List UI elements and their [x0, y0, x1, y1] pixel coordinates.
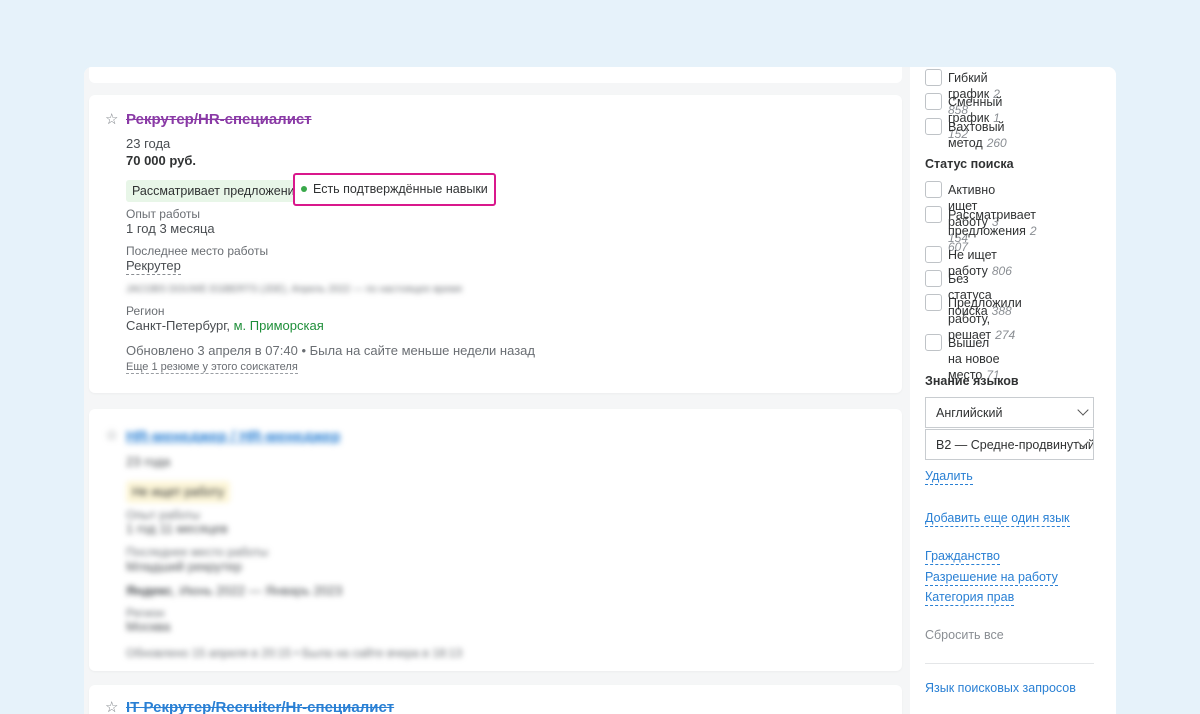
metro-station: м. Приморская	[233, 318, 324, 333]
star-icon[interactable]: ☆	[105, 112, 118, 128]
last-job-value: Младший рекрутер	[126, 559, 242, 574]
checkbox[interactable]	[925, 270, 942, 287]
checkbox[interactable]	[925, 69, 942, 86]
license-category-link[interactable]: Категория прав	[925, 590, 1015, 606]
updated-info: Обновлено 15 апреля в 20:15 • Была на са…	[126, 646, 463, 660]
divider	[925, 663, 1094, 664]
region-label: Регион	[126, 304, 165, 318]
last-company-period: , Июнь 2022 — Январь 2023	[172, 583, 343, 598]
citizenship-link[interactable]: Гражданство	[925, 549, 1000, 565]
resume-title-link[interactable]: HR-менеджер / HR-менеджер	[126, 428, 340, 446]
salary: 70 000 руб.	[126, 153, 197, 168]
language-select-value: Английский	[936, 406, 1003, 420]
language-select[interactable]: Английский	[925, 397, 1094, 428]
checkbox[interactable]	[925, 206, 942, 223]
results-list: ☆ Рекрутер/HR-специалист 23 года 70 000 …	[84, 67, 910, 714]
checkbox[interactable]	[925, 294, 942, 311]
resume-card: ☆ Рекрутер/HR-специалист 23 года 70 000 …	[89, 95, 902, 393]
checkbox[interactable]	[925, 181, 942, 198]
filters-sidebar: Гибкий график 2 858 Сменный график 1 152 В…	[910, 67, 1116, 714]
filter-count: 260	[986, 136, 1007, 150]
last-job-label: Последнее место работы	[126, 244, 269, 258]
region-value: Санкт-Петербург, м. Приморская	[126, 318, 324, 334]
previous-card-edge	[89, 67, 902, 83]
status-badge: Рассматривает предложения	[126, 180, 308, 202]
work-permit-link[interactable]: Разрешение на работу	[925, 570, 1058, 586]
languages-heading: Знание языков	[925, 374, 1019, 388]
resume-card: ☆ HR-менеджер / HR-менеджер 23 года Не и…	[89, 409, 902, 671]
last-company-line: Яндекс, Июнь 2022 — Январь 2023	[126, 583, 342, 599]
age: 23 года	[126, 136, 171, 151]
updated-info: Обновлено 3 апреля в 07:40 • Была на сай…	[126, 343, 535, 358]
experience-label: Опыт работы	[126, 207, 201, 221]
checkbox[interactable]	[925, 93, 942, 110]
resume-card: ☆ IT Рекрутер/Recruiter/Hr-специалист	[89, 685, 902, 714]
experience-value: 1 год 11 месяцев	[126, 521, 228, 536]
region-city: Санкт-Петербург,	[126, 318, 230, 333]
experience-value: 1 год 3 месяца	[126, 221, 215, 236]
region-value: Москва	[126, 619, 171, 634]
resume-title-link[interactable]: Рекрутер/HR-специалист	[126, 111, 312, 129]
status-badge: Не ищет работу	[126, 481, 231, 503]
star-icon[interactable]: ☆	[105, 428, 118, 444]
filter-label: Вахтовый метод 260	[948, 120, 1007, 150]
reset-all-button[interactable]: Сбросить все	[925, 628, 1004, 642]
star-icon[interactable]: ☆	[105, 700, 118, 714]
language-level-value: B2 — Средне-продвинутый	[936, 438, 1094, 452]
last-company: Яндекс	[126, 583, 173, 598]
add-language-link[interactable]: Добавить еще один язык	[925, 511, 1070, 527]
last-company-line: JACOBS DOUWE EGBERTS (JDE), Апрель 2022 …	[126, 284, 462, 295]
last-job-label: Последнее место работы	[126, 545, 269, 559]
age: 23 года	[126, 454, 171, 469]
last-job-link[interactable]: Рекрутер	[126, 258, 181, 275]
app-frame: ☆ Рекрутер/HR-специалист 23 года 70 000 …	[84, 67, 1116, 714]
checkbox[interactable]	[925, 118, 942, 135]
delete-language-link[interactable]: Удалить	[925, 469, 973, 485]
green-dot-icon	[301, 186, 307, 192]
resume-title-link[interactable]: IT Рекрутер/Recruiter/Hr-специалист	[126, 699, 394, 714]
verified-skills-badge: Есть подтверждённые навыки	[293, 173, 496, 206]
chevron-down-icon	[1077, 404, 1089, 416]
search-status-heading: Статус поиска	[925, 157, 1014, 171]
verified-skills-label: Есть подтверждённые навыки	[313, 182, 488, 196]
checkbox[interactable]	[925, 246, 942, 263]
language-level-select[interactable]: B2 — Средне-продвинутый	[925, 429, 1094, 460]
more-resumes-link[interactable]: Еще 1 резюме у этого соискателя	[126, 361, 298, 374]
checkbox[interactable]	[925, 334, 942, 351]
query-language-link[interactable]: Язык поисковых запросов	[925, 681, 1076, 696]
